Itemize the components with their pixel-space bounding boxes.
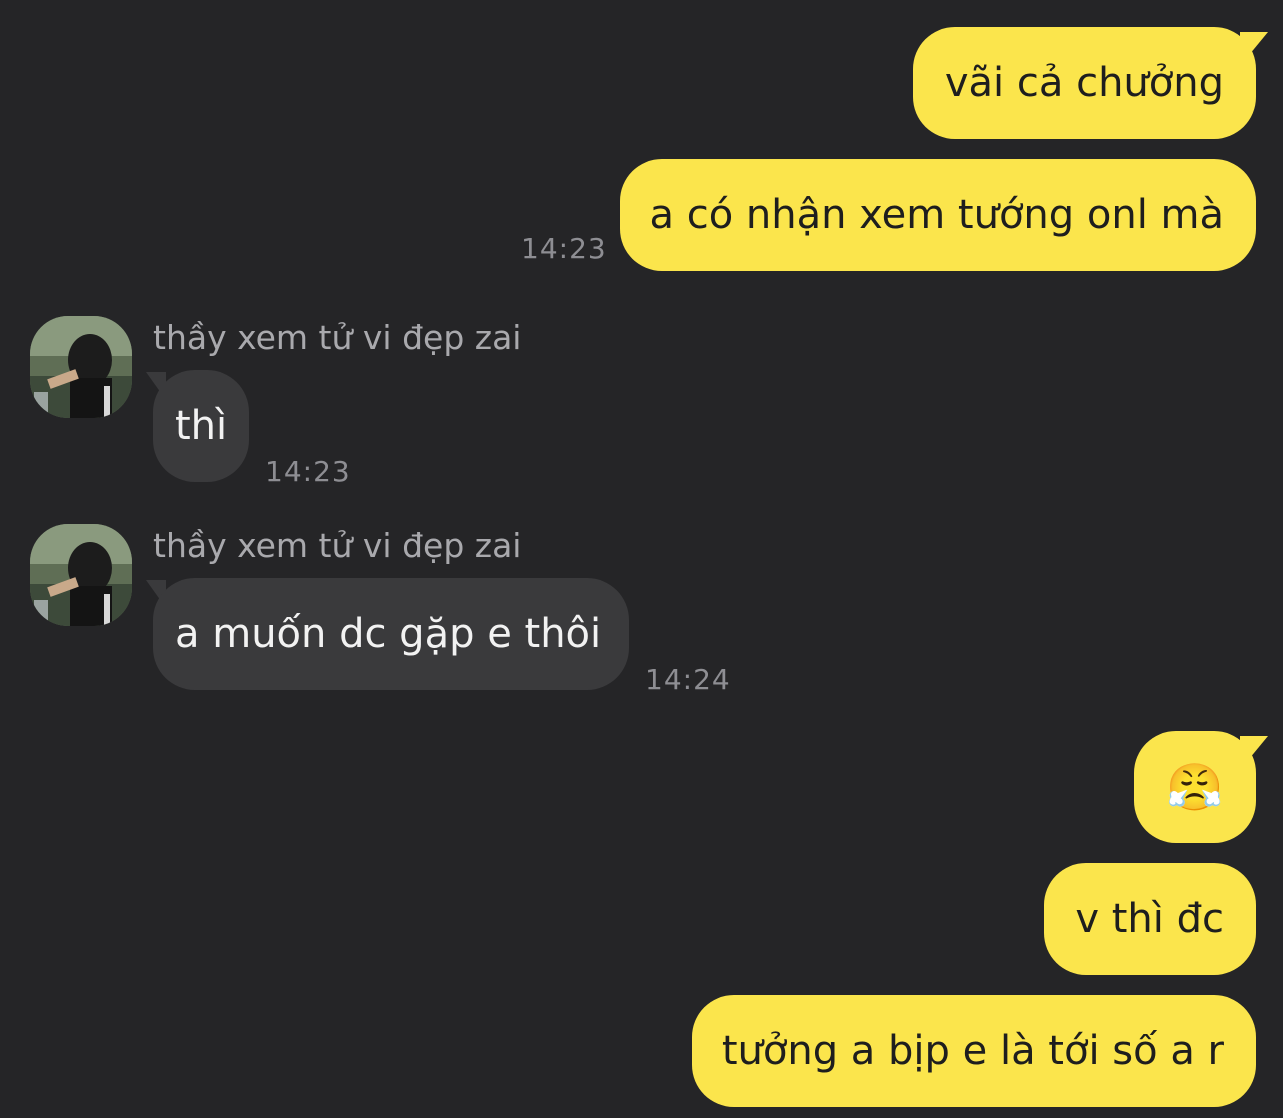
avatar-photo-icon: [30, 316, 132, 418]
avatar-photo-icon: [30, 524, 132, 626]
outgoing-message[interactable]: tưởng a bịp e là tới số a r: [692, 995, 1256, 1107]
message-text: vãi cả chưởng: [944, 60, 1224, 106]
outgoing-message[interactable]: a có nhận xem tướng onl mà: [620, 159, 1256, 271]
message-text: tưởng a bịp e là tới số a r: [721, 1028, 1224, 1074]
incoming-message[interactable]: thì: [153, 370, 249, 482]
outgoing-message[interactable]: v thì đc: [1044, 863, 1256, 975]
message-timestamp: 14:23: [265, 455, 351, 488]
outgoing-message[interactable]: vãi cả chưởng: [913, 27, 1256, 139]
steam-face-emoji-icon: 😤: [1166, 760, 1224, 814]
sender-name: thầy xem tử vi đẹp zai: [153, 318, 522, 357]
contact-avatar[interactable]: [30, 524, 132, 626]
message-timestamp: 14:24: [645, 663, 731, 696]
sender-name: thầy xem tử vi đẹp zai: [153, 526, 522, 565]
message-text: thì: [175, 403, 228, 449]
message-timestamp: 14:23: [521, 232, 607, 265]
message-text: a có nhận xem tướng onl mà: [649, 192, 1224, 238]
message-text: v thì đc: [1075, 896, 1224, 942]
outgoing-message[interactable]: 😤: [1134, 731, 1256, 843]
contact-avatar[interactable]: [30, 316, 132, 418]
message-text: a muốn dc gặp e thôi: [175, 611, 602, 657]
incoming-message[interactable]: a muốn dc gặp e thôi: [153, 578, 629, 690]
